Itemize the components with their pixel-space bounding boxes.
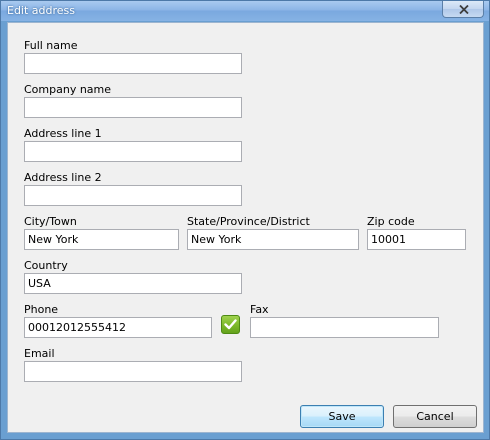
phone-label: Phone <box>24 303 59 316</box>
phone-field[interactable]: 00012012555412 <box>24 317 212 338</box>
full-name-field[interactable] <box>24 53 242 74</box>
address-line-1-label: Address line 1 <box>24 127 102 140</box>
cancel-button[interactable]: Cancel <box>393 405 477 428</box>
email-label: Email <box>24 347 55 360</box>
city-field[interactable]: New York <box>24 229 179 250</box>
save-button[interactable]: Save <box>300 405 384 428</box>
window-title: Edit address <box>7 4 76 17</box>
state-field[interactable]: New York <box>187 229 359 250</box>
city-label: City/Town <box>24 215 77 228</box>
zip-code-field[interactable]: 10001 <box>367 229 466 250</box>
full-name-label: Full name <box>24 39 78 52</box>
address-line-1-field[interactable] <box>24 141 242 162</box>
state-label: State/Province/District <box>187 215 310 228</box>
title-bar[interactable]: Edit address <box>1 1 489 21</box>
dialog-body: Full name Company name Address line 1 Ad… <box>7 22 484 433</box>
fax-field[interactable] <box>250 317 439 338</box>
checkmark-icon <box>221 315 240 334</box>
close-icon <box>459 5 469 14</box>
zip-code-label: Zip code <box>367 215 415 228</box>
country-field[interactable]: USA <box>24 273 242 294</box>
country-label: Country <box>24 259 68 272</box>
company-name-field[interactable] <box>24 97 242 118</box>
close-button[interactable] <box>442 1 484 18</box>
email-field[interactable] <box>24 361 242 382</box>
company-name-label: Company name <box>24 83 112 96</box>
fax-label: Fax <box>250 303 269 316</box>
address-line-2-label: Address line 2 <box>24 171 102 184</box>
edit-address-window: Edit address Full name Company name Addr… <box>0 0 490 440</box>
address-line-2-field[interactable] <box>24 185 242 206</box>
